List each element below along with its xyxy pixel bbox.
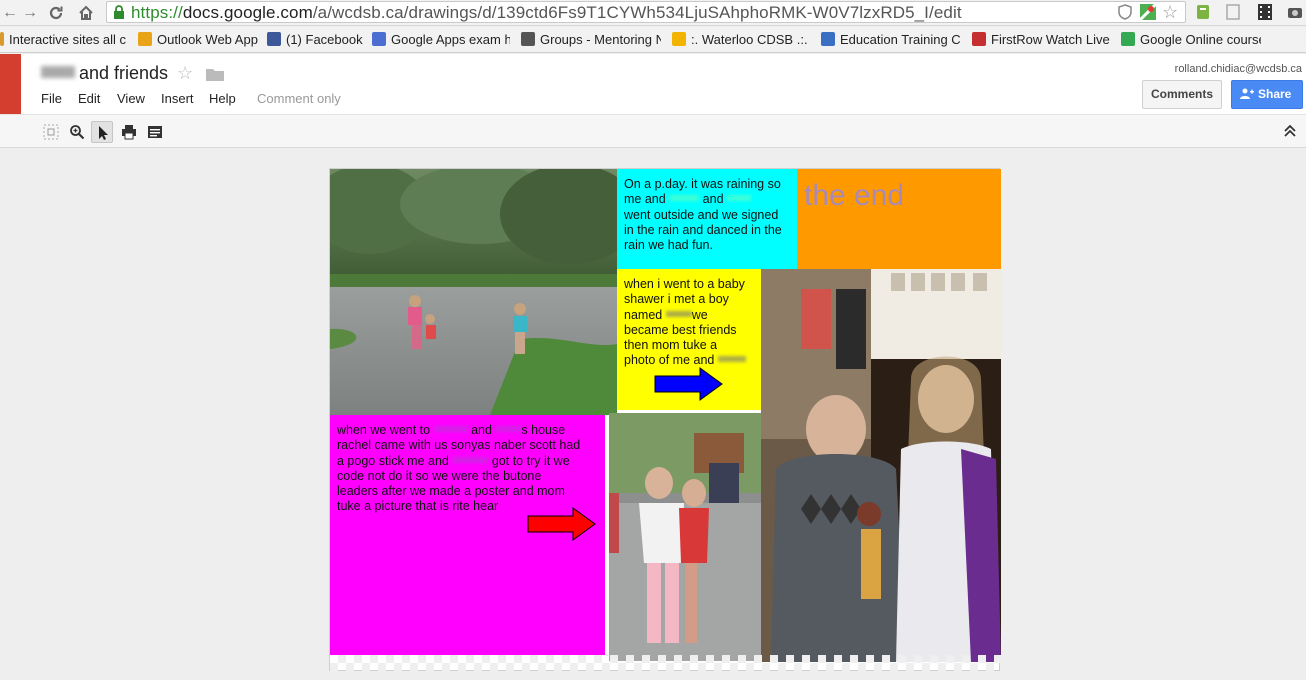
education-training-icon — [821, 32, 835, 46]
drawings-logo-icon[interactable] — [0, 54, 21, 114]
comment-only-status: Comment only — [257, 91, 341, 106]
menu-insert[interactable]: Insert — [161, 91, 194, 106]
share-people-icon — [1240, 88, 1254, 99]
menu-help[interactable]: Help — [209, 91, 236, 106]
camera-extension-icon[interactable] — [1286, 3, 1304, 21]
share-button[interactable]: Share — [1231, 80, 1303, 109]
extension-page-icon[interactable] — [1224, 3, 1242, 21]
blurred-name — [495, 426, 522, 432]
browser-toolbar: ← → https://docs.google.com/a/wcdsb.ca/d… — [0, 0, 1306, 26]
notes-button[interactable] — [144, 121, 166, 143]
share-label: Share — [1258, 87, 1292, 101]
bookmark-google-online-course[interactable]: Google Online course — [1121, 31, 1261, 49]
bookmark-outlook[interactable]: Outlook Web App — [138, 31, 262, 49]
collapse-chevron-icon[interactable] — [1284, 124, 1296, 138]
google-apps-icon — [372, 32, 386, 46]
blurred-name — [433, 426, 468, 432]
photo-kids-in-rain[interactable] — [330, 169, 617, 415]
outlook-icon — [138, 32, 152, 46]
yellow-text-box[interactable]: when i went to a baby shawer i met a boy… — [617, 269, 761, 410]
zoom-button[interactable] — [66, 121, 88, 143]
bookmarks-bar: Interactive sites all c Outlook Web App … — [0, 27, 1306, 53]
magenta-text-box[interactable]: when we went to and s house rachel came … — [330, 415, 605, 655]
groups-icon — [521, 32, 535, 46]
blurred-name — [669, 195, 700, 202]
drawing-canvas[interactable]: On a p.day. it was raining so me and and… — [329, 168, 1001, 671]
zoom-icon — [70, 125, 85, 140]
red-arrow-icon — [527, 507, 596, 541]
bookmark-waterloo-cdsb[interactable]: :. Waterloo CDSB .:. C — [672, 31, 810, 49]
notes-icon — [148, 126, 162, 138]
photo-girls-hugging[interactable] — [609, 413, 761, 661]
google-icon — [1121, 32, 1135, 46]
photo-kids-with-doll[interactable] — [761, 269, 1001, 662]
lock-icon — [114, 5, 124, 19]
reload-icon[interactable] — [46, 3, 66, 23]
blurred-name — [41, 66, 75, 78]
menu-edit[interactable]: Edit — [78, 91, 100, 106]
url-text: https://docs.google.com/a/wcdsb.ca/drawi… — [131, 3, 962, 22]
bookmark-firstrow[interactable]: FirstRow Watch Live N — [972, 31, 1112, 49]
facebook-icon — [267, 32, 281, 46]
menu-view[interactable]: View — [117, 91, 145, 106]
bookmark-favicon-icon — [0, 32, 4, 46]
fit-zoom-button[interactable] — [40, 121, 62, 143]
docs-header: and friends ☆ File Edit View Insert Help… — [0, 54, 1306, 114]
fit-zoom-icon — [43, 124, 59, 140]
select-button[interactable] — [91, 121, 113, 143]
pogo-stick-story-text: when we went to and s house rachel came … — [337, 423, 581, 514]
bookmark-groups-mentoring[interactable]: Groups - Mentoring N — [521, 31, 661, 49]
map-extension-icon[interactable] — [1139, 3, 1157, 21]
menu-file[interactable]: File — [41, 91, 62, 106]
shield-icon[interactable] — [1116, 3, 1134, 21]
forward-arrow-icon[interactable]: → — [20, 3, 40, 23]
home-icon[interactable] — [76, 3, 96, 23]
back-arrow-icon[interactable]: ← — [0, 3, 20, 23]
waterloo-cdsb-icon — [672, 32, 686, 46]
cyan-text-box[interactable]: On a p.day. it was raining so me and and… — [617, 169, 797, 269]
blurred-name — [665, 310, 692, 317]
bookmark-interactive-sites[interactable]: Interactive sites all c — [0, 31, 126, 49]
cursor-arrow-icon — [99, 126, 108, 140]
blurred-name — [727, 195, 752, 202]
film-strip-icon[interactable] — [1256, 3, 1274, 21]
firstrow-icon — [972, 32, 986, 46]
drawing-toolbar — [0, 114, 1306, 148]
the-end-box[interactable]: the end — [797, 169, 1001, 269]
print-button[interactable] — [118, 121, 140, 143]
canvas-transparent-area — [330, 655, 1001, 671]
user-email[interactable]: rolland.chidiac@wcdsb.ca — [1175, 63, 1302, 75]
star-icon[interactable]: ☆ — [177, 63, 193, 84]
rain-story-text: On a p.day. it was raining so me and and… — [624, 177, 782, 253]
blurred-name — [717, 356, 746, 363]
blurred-name — [452, 456, 489, 463]
bookmark-education-training[interactable]: Education Training Co — [821, 31, 961, 49]
folder-icon[interactable] — [206, 67, 224, 81]
document-title[interactable]: and friends — [41, 63, 168, 84]
blue-arrow-icon — [654, 367, 723, 401]
evernote-extension-icon[interactable] — [1194, 3, 1212, 21]
bookmark-star-icon[interactable]: ☆ — [1162, 3, 1180, 21]
baby-shower-story-text: when i went to a baby shawer i met a boy… — [624, 277, 746, 368]
printer-icon — [122, 125, 136, 140]
bookmark-facebook[interactable]: (1) Facebook — [267, 31, 363, 49]
comments-button[interactable]: Comments — [1142, 80, 1222, 109]
address-bar[interactable]: https://docs.google.com/a/wcdsb.ca/drawi… — [106, 1, 1186, 23]
bookmark-google-apps-exam[interactable]: Google Apps exam h — [372, 31, 510, 49]
the-end-text: the end — [804, 179, 905, 212]
